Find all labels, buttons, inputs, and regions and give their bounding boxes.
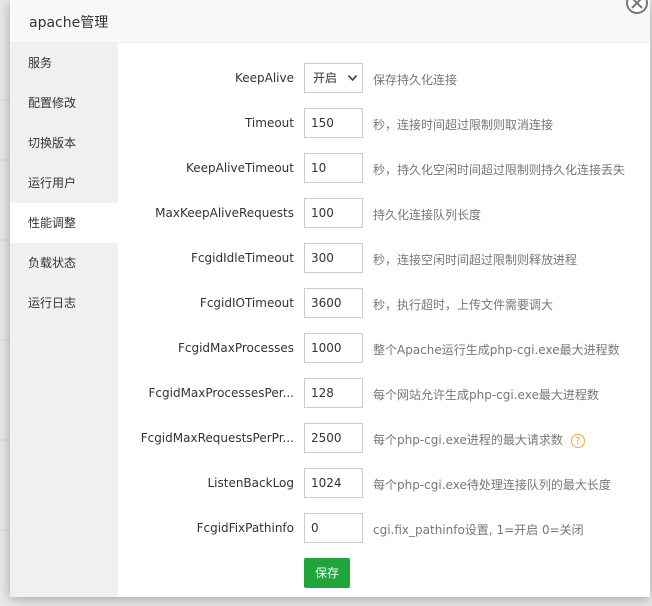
field-label: FcgidFixPathinfo: [196, 521, 294, 535]
fcgid-max-processes-per-class-input[interactable]: 128: [304, 378, 363, 408]
field-hint: 保存持久化连接: [373, 73, 458, 87]
form-row: ListenBackLog 1024 每个php-cgi.exe待处理连接队列的…: [118, 468, 650, 498]
close-icon: [631, 0, 643, 9]
field-hint: 秒，连接空闲时间超过限制则释放进程: [373, 253, 578, 267]
field-hint: 每个php-cgi.exe进程的最大请求数: [373, 433, 563, 447]
sidebar-item-performance[interactable]: 性能调整: [10, 203, 118, 243]
field-label: KeepAliveTimeout: [185, 161, 294, 175]
form-row: KeepAlive 开启 保存持久化连接: [118, 63, 650, 93]
field-label: FcgidMaxRequestsPerPr...: [140, 431, 294, 445]
field-hint: 秒，持久化空闲时间超过限制则持久化连接丢失: [373, 163, 626, 177]
fcgid-max-processes-input[interactable]: 1000: [304, 333, 363, 363]
max-keepalive-requests-input[interactable]: 100: [304, 198, 363, 228]
dialog-title: apache管理: [29, 15, 109, 31]
sidebar-item-load-status[interactable]: 负载状态: [10, 243, 118, 283]
sidebar-item-run-log[interactable]: 运行日志: [10, 283, 118, 323]
performance-form: KeepAlive 开启 保存持久化连接 Timeout 150 秒，连接时间超…: [118, 43, 650, 597]
sidebar-item-run-user[interactable]: 运行用户: [10, 163, 118, 203]
form-row: FcgidMaxProcessesPer... 128 每个网站允许生成php-…: [118, 378, 650, 408]
form-row: FcgidMaxProcesses 1000 整个Apache运行生成php-c…: [118, 333, 650, 363]
field-hint: 持久化连接队列长度: [373, 208, 482, 222]
field-label: MaxKeepAliveRequests: [155, 206, 294, 220]
field-hint: 每个网站允许生成php-cgi.exe最大进程数: [373, 388, 599, 402]
form-row: FcgidFixPathinfo 0 cgi.fix_pathinfo设置, 1…: [118, 513, 650, 543]
select-value: 开启: [313, 71, 338, 85]
dialog-header: apache管理: [10, 0, 650, 43]
help-icon[interactable]: ?: [570, 433, 585, 448]
chevron-down-icon: [348, 75, 357, 81]
field-label: FcgidIOTimeout: [199, 296, 294, 310]
form-row: KeepAliveTimeout 10 秒，持久化空闲时间超过限制则持久化连接丢…: [118, 153, 650, 183]
listen-backlog-input[interactable]: 1024: [304, 468, 363, 498]
field-hint: 秒，执行超时，上传文件需要调大: [373, 298, 554, 312]
field-label: FcgidIdleTimeout: [191, 251, 294, 265]
field-hint: cgi.fix_pathinfo设置, 1=开启 0=关闭: [373, 523, 584, 537]
field-hint-with-help: 每个php-cgi.exe进程的最大请求数?: [373, 431, 585, 448]
form-row: MaxKeepAliveRequests 100 持久化连接队列长度: [118, 198, 650, 228]
form-row: FcgidIOTimeout 3600 秒，执行超时，上传文件需要调大: [118, 288, 650, 318]
keepalive-select[interactable]: 开启: [304, 63, 363, 93]
form-row: FcgidIdleTimeout 300 秒，连接空闲时间超过限制则释放进程: [118, 243, 650, 273]
field-label: FcgidMaxProcessesPer...: [148, 386, 295, 400]
apache-manage-dialog: apache管理 服务 配置修改 切换版本 运行用户 性能调整 负载状态 运行日…: [10, 0, 650, 597]
field-hint: 整个Apache运行生成php-cgi.exe最大进程数: [373, 343, 620, 357]
save-button[interactable]: 保存: [304, 558, 350, 588]
fcgid-idle-timeout-input[interactable]: 300: [304, 243, 363, 273]
sidebar-item-config[interactable]: 配置修改: [10, 83, 118, 123]
fcgid-fix-pathinfo-input[interactable]: 0: [304, 513, 363, 543]
sidebar-item-switch-version[interactable]: 切换版本: [10, 123, 118, 163]
fcgid-io-timeout-input[interactable]: 3600: [304, 288, 363, 318]
sidebar-item-service[interactable]: 服务: [10, 43, 118, 83]
field-label: Timeout: [244, 116, 294, 130]
field-label: KeepAlive: [234, 71, 294, 85]
form-row: Timeout 150 秒，连接时间超过限制则取消连接: [118, 108, 650, 138]
fcgid-max-requests-per-process-input[interactable]: 2500: [304, 423, 363, 453]
timeout-input[interactable]: 150: [304, 108, 363, 138]
field-hint: 秒，连接时间超过限制则取消连接: [373, 118, 554, 132]
keepalive-timeout-input[interactable]: 10: [304, 153, 363, 183]
form-row: FcgidMaxRequestsPerPr... 2500 每个php-cgi.…: [118, 423, 650, 453]
field-label: FcgidMaxProcesses: [177, 341, 294, 355]
field-hint: 每个php-cgi.exe待处理连接队列的最大长度: [373, 478, 611, 492]
field-label: ListenBackLog: [207, 476, 294, 490]
sidebar: 服务 配置修改 切换版本 运行用户 性能调整 负载状态 运行日志: [10, 43, 118, 597]
